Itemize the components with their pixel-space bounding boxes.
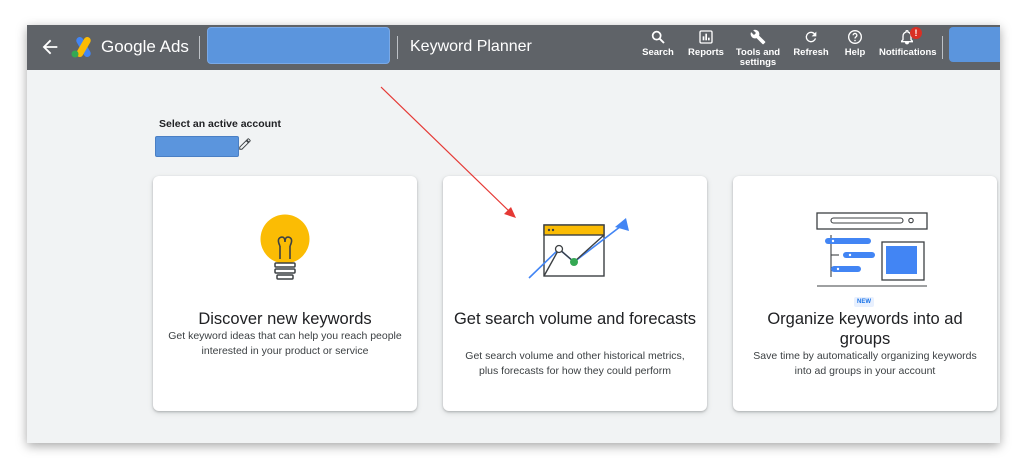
notification-badge: ! bbox=[910, 27, 922, 39]
nav-refresh-label: Refresh bbox=[793, 47, 829, 58]
back-arrow-icon[interactable] bbox=[39, 36, 61, 58]
app-window: Google Ads Keyword Planner Search Report… bbox=[27, 25, 1000, 443]
card-description: Save time by automatically organizing ke… bbox=[753, 350, 977, 377]
wrench-icon bbox=[750, 29, 766, 45]
nav-search[interactable]: Search bbox=[639, 29, 677, 58]
card-description: Get keyword ideas that can help you reac… bbox=[168, 330, 402, 357]
divider bbox=[397, 36, 398, 59]
nav-notifications[interactable]: ! Notifications bbox=[879, 27, 937, 58]
top-app-bar: Google Ads Keyword Planner Search Report… bbox=[27, 25, 1000, 70]
select-account-label: Select an active account bbox=[159, 118, 281, 130]
nav-notifications-label: Notifications bbox=[879, 47, 937, 58]
reports-icon bbox=[699, 30, 713, 44]
help-icon bbox=[848, 30, 862, 44]
active-account-field-redacted[interactable] bbox=[155, 136, 239, 157]
divider bbox=[942, 36, 943, 59]
nav-reports[interactable]: Reports bbox=[685, 29, 727, 58]
google-ads-logo-icon bbox=[71, 37, 91, 58]
divider bbox=[199, 36, 200, 59]
nav-refresh[interactable]: Refresh bbox=[791, 29, 831, 58]
refresh-icon bbox=[805, 31, 817, 43]
nav-tools-and-settings[interactable]: Tools and settings bbox=[734, 29, 782, 68]
search-icon bbox=[651, 30, 665, 44]
nav-help-label: Help bbox=[844, 47, 866, 58]
card-description: Get search volume and other historical m… bbox=[465, 350, 685, 377]
card-title: Discover new keywords bbox=[198, 310, 372, 328]
product-name: Google Ads bbox=[101, 37, 189, 56]
card-get-search-volume-and-forecasts[interactable]: Get search volume and forecasts Get sear… bbox=[443, 176, 707, 411]
grouping-illustration-icon bbox=[816, 212, 928, 287]
page-title: Keyword Planner bbox=[410, 38, 532, 55]
account-avatar-redacted[interactable] bbox=[949, 27, 1000, 62]
card-organize-keywords-into-ad-groups[interactable]: NEW Organize keywords into ad groups Sav… bbox=[733, 176, 997, 411]
nav-help[interactable]: Help bbox=[839, 29, 871, 58]
card-title: Get search volume and forecasts bbox=[453, 310, 697, 328]
new-badge: NEW bbox=[854, 297, 874, 307]
lightbulb-illustration-icon bbox=[260, 214, 310, 280]
chart-trend-illustration-icon bbox=[528, 218, 629, 279]
nav-tools-label: Tools and settings bbox=[735, 47, 781, 68]
card-discover-new-keywords[interactable]: Discover new keywords Get keyword ideas … bbox=[153, 176, 417, 411]
card-title: Organize keywords into ad groups bbox=[767, 310, 963, 348]
account-selector-redacted[interactable] bbox=[207, 27, 390, 64]
nav-reports-label: Reports bbox=[688, 47, 724, 58]
pencil-edit-icon[interactable] bbox=[238, 137, 252, 151]
nav-search-label: Search bbox=[642, 47, 674, 58]
